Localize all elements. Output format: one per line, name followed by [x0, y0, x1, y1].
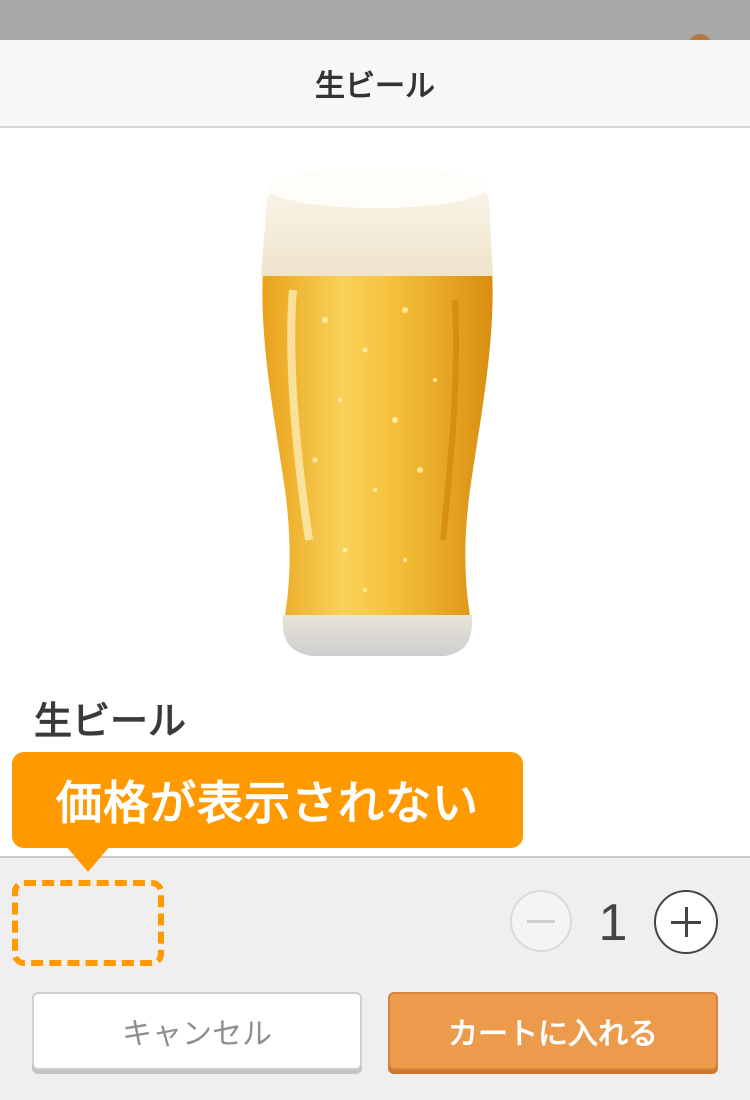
- product-name: 生ビール: [34, 699, 187, 743]
- page-title: 生ビール: [315, 69, 435, 104]
- quantity-value: 1: [598, 894, 628, 952]
- minus-icon: [527, 919, 555, 923]
- callout-text: 価格が表示されない: [56, 776, 479, 830]
- add-to-cart-button[interactable]: カートに入れる: [388, 992, 718, 1070]
- beer-glass-image: [245, 160, 510, 665]
- cancel-button[interactable]: キャンセル: [32, 992, 362, 1070]
- callout-pointer: [66, 846, 110, 872]
- annotation-callout: 価格が表示されない: [12, 752, 523, 848]
- quantity-decrease-button[interactable]: [510, 890, 572, 952]
- price-placeholder-highlight: [12, 880, 164, 966]
- quantity-increase-button[interactable]: [654, 890, 718, 954]
- navigation-header: 生ビール: [0, 40, 750, 128]
- status-bar: [0, 0, 750, 46]
